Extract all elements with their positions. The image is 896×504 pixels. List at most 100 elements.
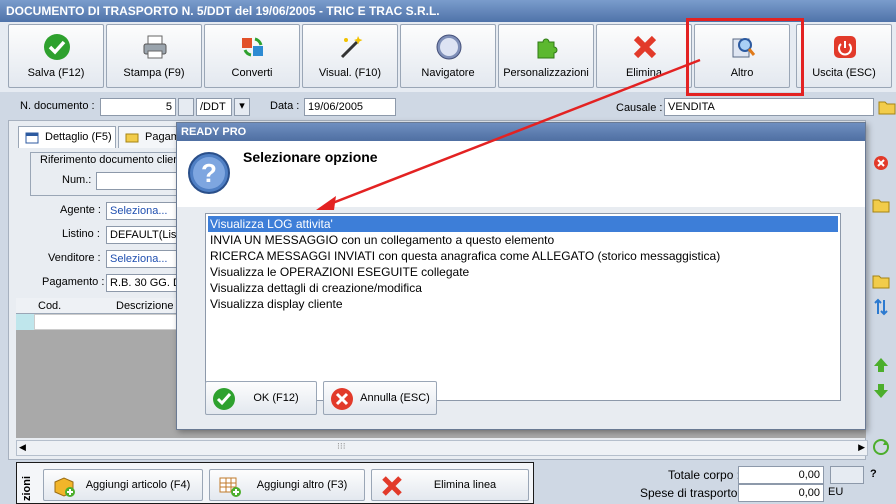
customize-label: Personalizzazioni <box>503 67 589 79</box>
dialog-header: ? Selezionare opzione <box>177 141 865 207</box>
help-mark[interactable]: ? <box>870 468 877 480</box>
row-indicator <box>16 314 34 330</box>
convert-label: Converti <box>231 67 273 79</box>
print-label: Stampa (F9) <box>123 67 185 79</box>
cancel-icon <box>331 388 353 410</box>
exit-button[interactable]: Uscita (ESC) <box>796 24 892 88</box>
navigator-button[interactable]: Navigatore <box>400 24 496 88</box>
spese-label: Spese di trasporto : <box>640 486 745 500</box>
cancel-label: Annulla (ESC) <box>360 392 430 404</box>
option-log[interactable]: Visualizza LOG attivita' <box>207 215 839 233</box>
ndoc-label: N. documento : <box>20 100 95 112</box>
table-row[interactable] <box>34 314 194 330</box>
num-label: Num.: <box>62 174 92 186</box>
check-icon-2 <box>213 388 235 410</box>
delete-button[interactable]: Elimina <box>596 24 692 88</box>
svg-text:?: ? <box>201 158 217 188</box>
add-article-label: Aggiungi articolo (F4) <box>85 479 191 491</box>
ndoc-field[interactable]: 5 <box>100 98 176 116</box>
question-icon: ? <box>188 152 230 194</box>
power-icon <box>834 36 856 58</box>
totale-corpo-label: Totale corpo : <box>668 468 741 482</box>
convert-button[interactable]: Converti <box>204 24 300 88</box>
print-button[interactable]: Stampa (F9) <box>106 24 202 88</box>
add-other-button[interactable]: Aggiungi altro (F3) <box>209 469 365 501</box>
refresh-icon[interactable] <box>872 438 890 456</box>
venditore-field[interactable]: Seleziona... <box>106 250 178 268</box>
series-dropdown[interactable]: ▾ <box>234 98 250 116</box>
options-list[interactable]: Visualizza LOG attivita' INVIA UN MESSAG… <box>205 213 841 401</box>
add-article-button[interactable]: Aggiungi articolo (F4) <box>43 469 203 501</box>
save-label: Salva (F12) <box>27 67 85 79</box>
agente-label: Agente : <box>60 204 101 216</box>
cancel-button[interactable]: Annulla (ESC) <box>323 381 437 415</box>
magic-wand-icon <box>340 36 363 59</box>
venditore-label: Venditore : <box>48 252 101 264</box>
series-field[interactable]: /DDT <box>196 98 232 116</box>
tab-dettaglio-label: Dettaglio (F5) <box>45 131 112 143</box>
dialog-title: READY PRO <box>177 123 865 141</box>
delete-line-label: Elimina linea <box>433 479 497 491</box>
folder-icon[interactable] <box>878 99 896 115</box>
move-down-icon[interactable] <box>872 382 890 400</box>
num-field[interactable] <box>96 172 178 190</box>
totale-corpo-field: 0,00 <box>738 466 824 484</box>
move-up-icon[interactable] <box>872 356 890 374</box>
ndoc-spin[interactable] <box>178 98 194 116</box>
causale-label: Causale : <box>616 102 663 114</box>
exit-label: Uscita (ESC) <box>812 67 876 79</box>
red-x-icon <box>633 35 657 59</box>
ok-button[interactable]: OK (F12) <box>205 381 317 415</box>
option-display[interactable]: Visualizza display cliente <box>208 296 838 312</box>
compass-icon <box>436 34 462 60</box>
select-option-dialog: READY PRO ? Selezionare opzione Visualiz… <box>176 122 866 430</box>
folder-open-icon[interactable] <box>872 196 890 214</box>
causale-field[interactable]: VENDITA <box>664 98 874 116</box>
customize-button[interactable]: Personalizzazioni <box>498 24 594 88</box>
option-send-message[interactable]: INVIA UN MESSAGGIO con un collegamento a… <box>208 232 838 248</box>
payment-icon <box>125 131 139 147</box>
red-x-icon-2 <box>382 476 402 496</box>
tab-dettaglio[interactable]: Dettaglio (F5) <box>18 126 116 148</box>
add-other-label: Aggiungi altro (F3) <box>256 479 348 491</box>
save-button[interactable]: Salva (F12) <box>8 24 104 88</box>
listino-label: Listino : <box>62 228 100 240</box>
lines-actions-bar: zioni Aggiungi articolo (F4) Aggiungi al… <box>16 462 534 504</box>
ok-label: OK (F12) <box>253 392 299 404</box>
delete-label: Elimina <box>625 67 663 79</box>
scroll-grip[interactable]: ⁝⁝⁝ <box>337 441 346 452</box>
puzzle-icon <box>537 38 558 59</box>
date-field[interactable]: 19/06/2005 <box>304 98 396 116</box>
currency-label: EU <box>828 486 844 498</box>
add-grid-icon <box>219 477 241 497</box>
folder-icon-2[interactable] <box>872 272 890 290</box>
agente-field[interactable]: Seleziona... <box>106 202 178 220</box>
scroll-left-icon[interactable]: ◀ <box>19 442 26 453</box>
swap-icon[interactable] <box>872 298 890 316</box>
rif-label: Riferimento documento clien <box>40 154 180 166</box>
navigator-label: Navigatore <box>421 67 475 79</box>
scroll-right-icon[interactable]: ▶ <box>858 442 865 453</box>
calendar-icon <box>25 131 39 147</box>
view-button[interactable]: Visual. (F10) <box>302 24 398 88</box>
dialog-heading: Selezionare opzione <box>243 149 378 165</box>
convert-icon <box>242 37 263 57</box>
remove-icon[interactable] <box>872 154 890 172</box>
view-label: Visual. (F10) <box>318 67 382 79</box>
listino-field[interactable]: DEFAULT(Listi <box>106 226 178 244</box>
pagamento-label: Pagamento : <box>42 276 105 288</box>
spese-field[interactable]: 0,00 <box>738 484 824 502</box>
chevron-down-icon: ▾ <box>239 100 245 112</box>
highlight-box <box>686 18 804 96</box>
option-operations[interactable]: Visualizza le OPERAZIONI ESEGUITE colleg… <box>208 264 838 280</box>
actions-side-label: zioni <box>21 475 33 501</box>
delete-line-button[interactable]: Elimina linea <box>371 469 529 501</box>
horizontal-scrollbar[interactable]: ◀ ⁝⁝⁝ ▶ <box>16 440 868 456</box>
add-box-icon <box>54 477 75 497</box>
option-search-messages[interactable]: RICERCA MESSAGGI INVIATI con questa anag… <box>208 248 838 264</box>
totale-extra-field <box>830 466 864 484</box>
col-desc: Descrizione <box>116 300 174 312</box>
pagamento-field[interactable]: R.B. 30 GG. D <box>106 274 178 292</box>
option-details[interactable]: Visualizza dettagli di creazione/modific… <box>208 280 838 296</box>
col-cod: Cod. <box>38 300 62 312</box>
